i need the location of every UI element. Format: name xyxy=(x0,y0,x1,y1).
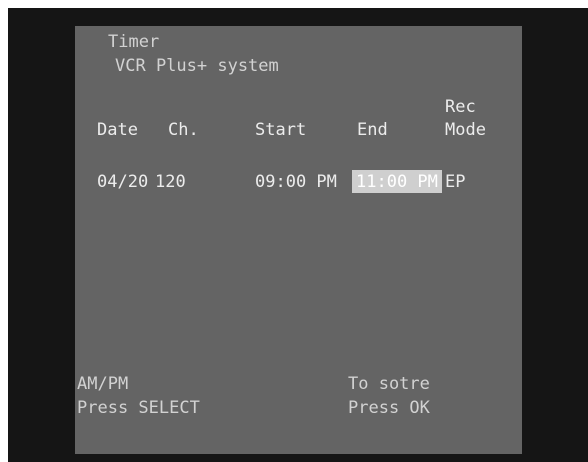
hint-press-ok: Press OK xyxy=(348,398,430,418)
hint-ampm-label: AM/PM xyxy=(77,374,129,394)
menu-title: Timer xyxy=(108,32,160,52)
column-header-channel: Ch. xyxy=(168,120,199,140)
timer-channel[interactable]: 120 xyxy=(155,172,186,192)
timer-date[interactable]: 04/20 xyxy=(97,172,148,192)
column-header-mode: Mode xyxy=(445,120,486,140)
column-header-end: End xyxy=(357,120,388,140)
timer-start-time[interactable]: 09:00 PM xyxy=(255,172,337,192)
hint-to-store-label: To sotre xyxy=(348,374,430,394)
hint-press-select: Press SELECT xyxy=(77,398,200,418)
timer-end-time-selected[interactable]: 11:00 PM xyxy=(352,170,442,193)
timer-menu-panel xyxy=(75,26,522,454)
column-header-start: Start xyxy=(255,120,307,140)
column-header-rec: Rec xyxy=(445,97,476,117)
timer-rec-mode[interactable]: EP xyxy=(445,172,465,192)
column-header-date: Date xyxy=(97,120,138,140)
menu-subtitle: VCR Plus+ system xyxy=(115,56,279,76)
